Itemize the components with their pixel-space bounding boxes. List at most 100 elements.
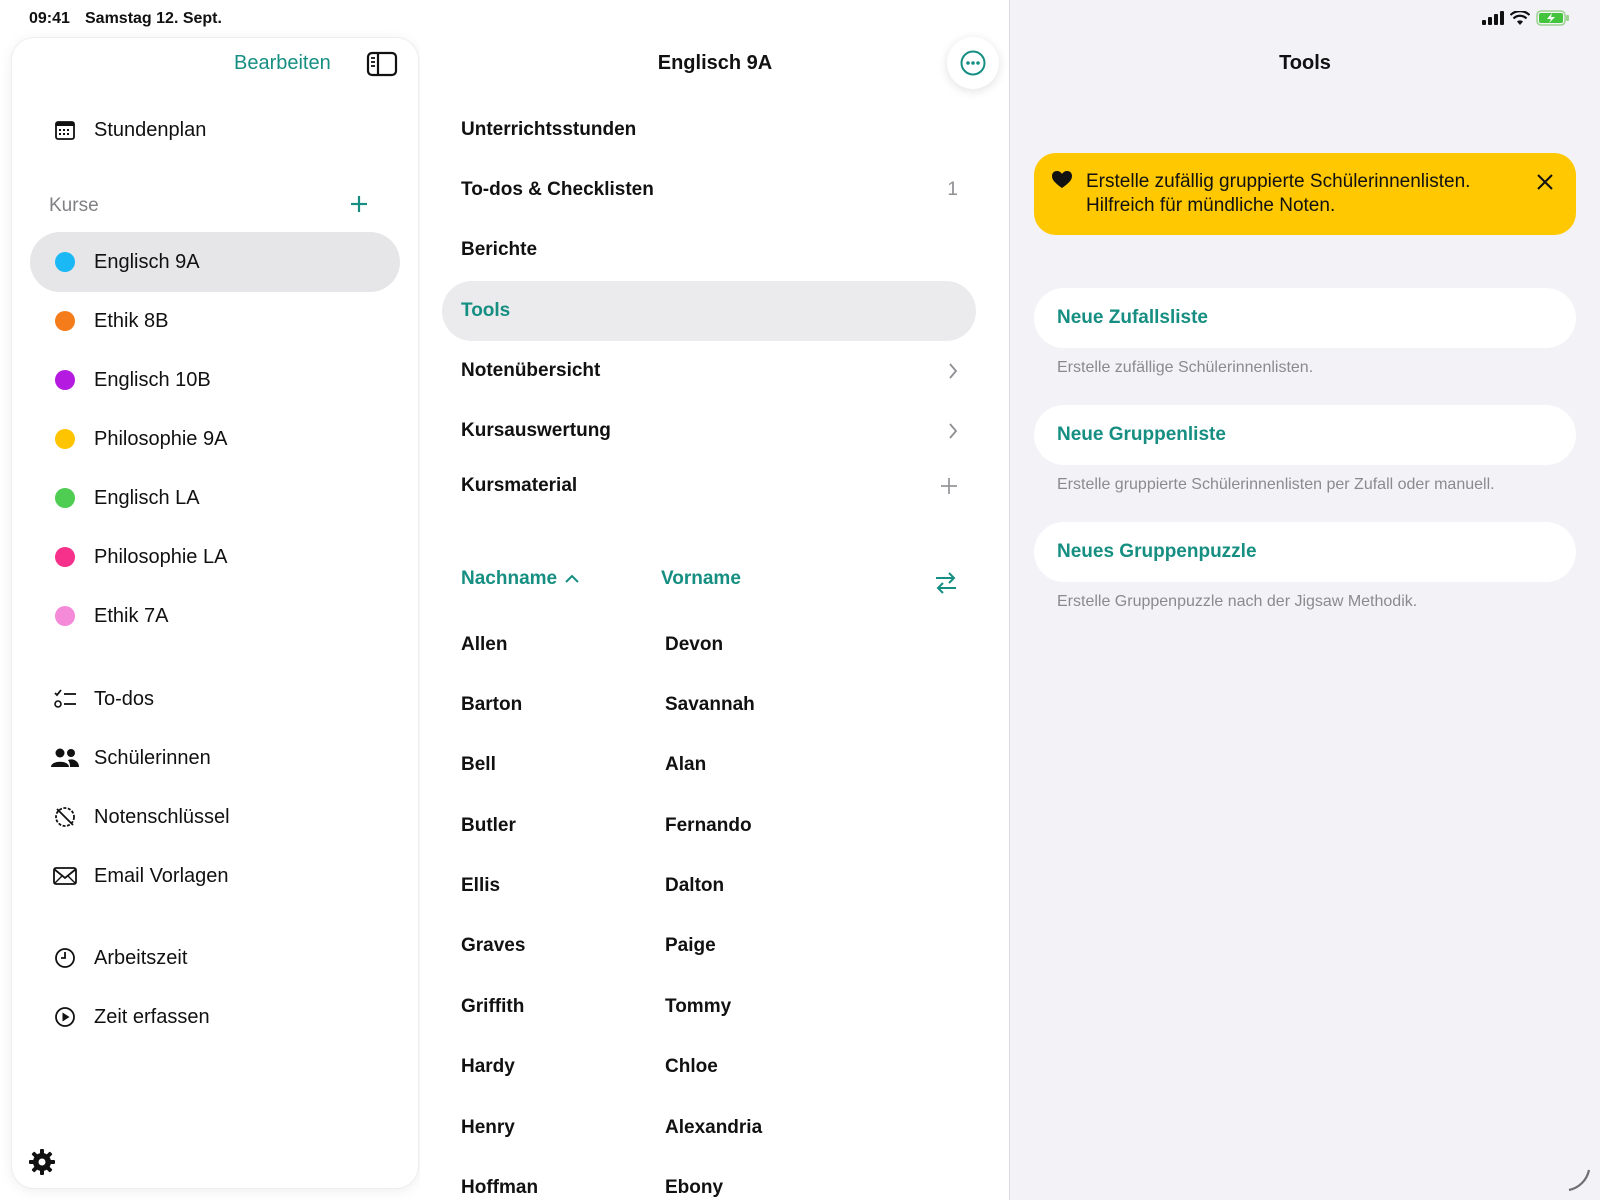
student-lastname: Butler — [461, 815, 516, 836]
clock-icon — [40, 947, 90, 969]
menu-berichte[interactable]: Berichte — [442, 220, 976, 280]
status-icons — [1482, 10, 1570, 26]
sidebar-item-label: Schülerinnen — [94, 746, 211, 769]
status-bar: 09:41 Samstag 12. Sept. — [0, 0, 1600, 38]
sort-by-lastname-button[interactable]: Nachname — [461, 568, 579, 590]
tool-description: Erstelle gruppierte Schülerinnenlisten p… — [1057, 476, 1495, 493]
sidebar-course-ethik-7a[interactable]: Ethik 7A — [30, 586, 400, 646]
sort-by-firstname-button[interactable]: Vorname — [661, 568, 741, 590]
tools-panel: Tools Erstelle zufällig gruppierte Schül… — [1010, 0, 1600, 1200]
sidebar: Bearbeiten Stundenplan Kurse Englisch 9A… — [12, 38, 418, 1188]
chevron-right-icon — [949, 363, 958, 379]
status-date: Samstag 12. Sept. — [85, 10, 222, 27]
plus-icon — [351, 196, 367, 212]
sidebar-item-arbeitszeit[interactable]: Arbeitszeit — [30, 928, 400, 988]
status-time: 09:41 — [29, 10, 70, 27]
new-group-puzzle-button[interactable]: Neues Gruppenpuzzle — [1034, 522, 1576, 582]
course-color-dot — [55, 311, 75, 331]
sidebar-item-notenschluessel[interactable]: Notenschlüssel — [30, 787, 400, 847]
sidebar-course-ethik-8b[interactable]: Ethik 8B — [30, 291, 400, 351]
student-firstname: Dalton — [665, 875, 725, 896]
calendar-icon — [40, 119, 90, 141]
student-firstname: Paige — [665, 935, 716, 956]
new-group-list-button[interactable]: Neue Gruppenliste — [1034, 405, 1576, 465]
cellular-signal-icon — [1482, 11, 1504, 25]
menu-label: To-dos & Checklisten — [461, 179, 654, 200]
plus-icon[interactable] — [940, 477, 958, 495]
course-color-dot — [55, 252, 75, 272]
envelope-icon — [40, 867, 90, 885]
sidebar-item-schuelerinnen[interactable]: Schülerinnen — [30, 728, 400, 788]
student-lastname: Hoffman — [461, 1177, 539, 1198]
student-firstname: Chloe — [665, 1056, 718, 1077]
student-lastname: Allen — [461, 634, 508, 655]
course-label: Philosophie 9A — [94, 427, 228, 450]
courses-header: Kurse — [49, 195, 99, 216]
student-firstname: Tommy — [665, 996, 732, 1017]
gear-icon[interactable] — [28, 1148, 56, 1176]
menu-label: Kursmaterial — [461, 475, 578, 496]
checklist-icon — [40, 688, 90, 710]
tip-banner: Erstelle zufällig gruppierte Schülerinne… — [1034, 153, 1576, 235]
sidebar-item-todos[interactable]: To-dos — [30, 669, 400, 729]
add-course-button[interactable] — [349, 193, 369, 217]
heart-icon — [1052, 171, 1072, 188]
sidebar-item-label: Zeit erfassen — [94, 1005, 210, 1028]
sidebar-toggle-icon[interactable] — [366, 50, 398, 78]
tools-title: Tools — [1279, 52, 1331, 74]
menu-kursauswertung[interactable]: Kursauswertung — [442, 401, 976, 461]
sidebar-course-philosophie-9a[interactable]: Philosophie 9A — [30, 409, 400, 469]
resize-handle-icon[interactable] — [1567, 1168, 1591, 1192]
course-label: Ethik 8B — [94, 309, 169, 332]
sidebar-item-label: Stundenplan — [94, 118, 207, 141]
menu-kursmaterial: Kursmaterial — [442, 456, 976, 516]
course-label: Philosophie LA — [94, 545, 228, 568]
menu-label: Tools — [461, 300, 511, 321]
sidebar-item-stundenplan[interactable]: Stundenplan — [30, 100, 400, 160]
course-color-dot — [55, 606, 75, 626]
student-firstname: Savannah — [665, 694, 755, 715]
tip-banner-line: Erstelle zufällig gruppierte Schülerinne… — [1086, 171, 1471, 192]
menu-todos-checklisten[interactable]: To-dos & Checklisten 1 — [442, 160, 976, 220]
tool-label: Neue Zufallsliste — [1057, 307, 1208, 328]
course-label: Englisch LA — [94, 486, 200, 509]
ellipsis-circle-icon — [960, 50, 986, 76]
sidebar-course-englisch-10b[interactable]: Englisch 10B — [30, 350, 400, 410]
course-label: Englisch 9A — [94, 250, 200, 273]
course-color-dot — [55, 547, 75, 567]
count-badge: 1 — [947, 179, 958, 200]
student-lastname: Graves — [461, 935, 526, 956]
grade-key-icon — [40, 806, 90, 828]
swap-name-order-icon[interactable] — [934, 570, 958, 596]
course-label: Ethik 7A — [94, 604, 169, 627]
student-lastname: Griffith — [461, 996, 525, 1017]
sidebar-course-englisch-la[interactable]: Englisch LA — [30, 468, 400, 528]
course-color-dot — [55, 370, 75, 390]
chevron-right-icon — [949, 423, 958, 439]
sidebar-item-zeit-erfassen[interactable]: Zeit erfassen — [30, 987, 400, 1047]
student-firstname: Ebony — [665, 1177, 724, 1198]
sidebar-item-email-vorlagen[interactable]: Email Vorlagen — [30, 846, 400, 906]
tool-description: Erstelle Gruppenpuzzle nach der Jigsaw M… — [1057, 593, 1418, 610]
student-lastname: Barton — [461, 694, 523, 715]
sidebar-item-label: To-dos — [94, 687, 155, 710]
sidebar-course-englisch-9a[interactable]: Englisch 9A — [30, 232, 400, 292]
student-firstname: Alexandria — [665, 1117, 763, 1138]
course-title: Englisch 9A — [657, 52, 773, 74]
student-firstname: Fernando — [665, 815, 752, 836]
student-lastname: Hardy — [461, 1056, 515, 1077]
wifi-icon — [1510, 10, 1530, 25]
tool-label: Neue Gruppenliste — [1057, 424, 1226, 445]
menu-label: Unterrichtsstunden — [461, 119, 637, 140]
menu-tools[interactable]: Tools — [442, 281, 976, 341]
more-options-button[interactable] — [947, 37, 999, 89]
menu-label: Berichte — [461, 239, 538, 260]
sidebar-item-label: Notenschlüssel — [94, 805, 230, 828]
new-random-list-button[interactable]: Neue Zufallsliste — [1034, 288, 1576, 348]
course-color-dot — [55, 429, 75, 449]
menu-unterrichtsstunden[interactable]: Unterrichtsstunden — [442, 100, 976, 160]
close-icon[interactable] — [1536, 173, 1554, 191]
sidebar-course-philosophie-la[interactable]: Philosophie LA — [30, 527, 400, 587]
edit-button[interactable]: Bearbeiten — [234, 52, 331, 75]
menu-notenuebersicht[interactable]: Notenübersicht — [442, 341, 976, 401]
